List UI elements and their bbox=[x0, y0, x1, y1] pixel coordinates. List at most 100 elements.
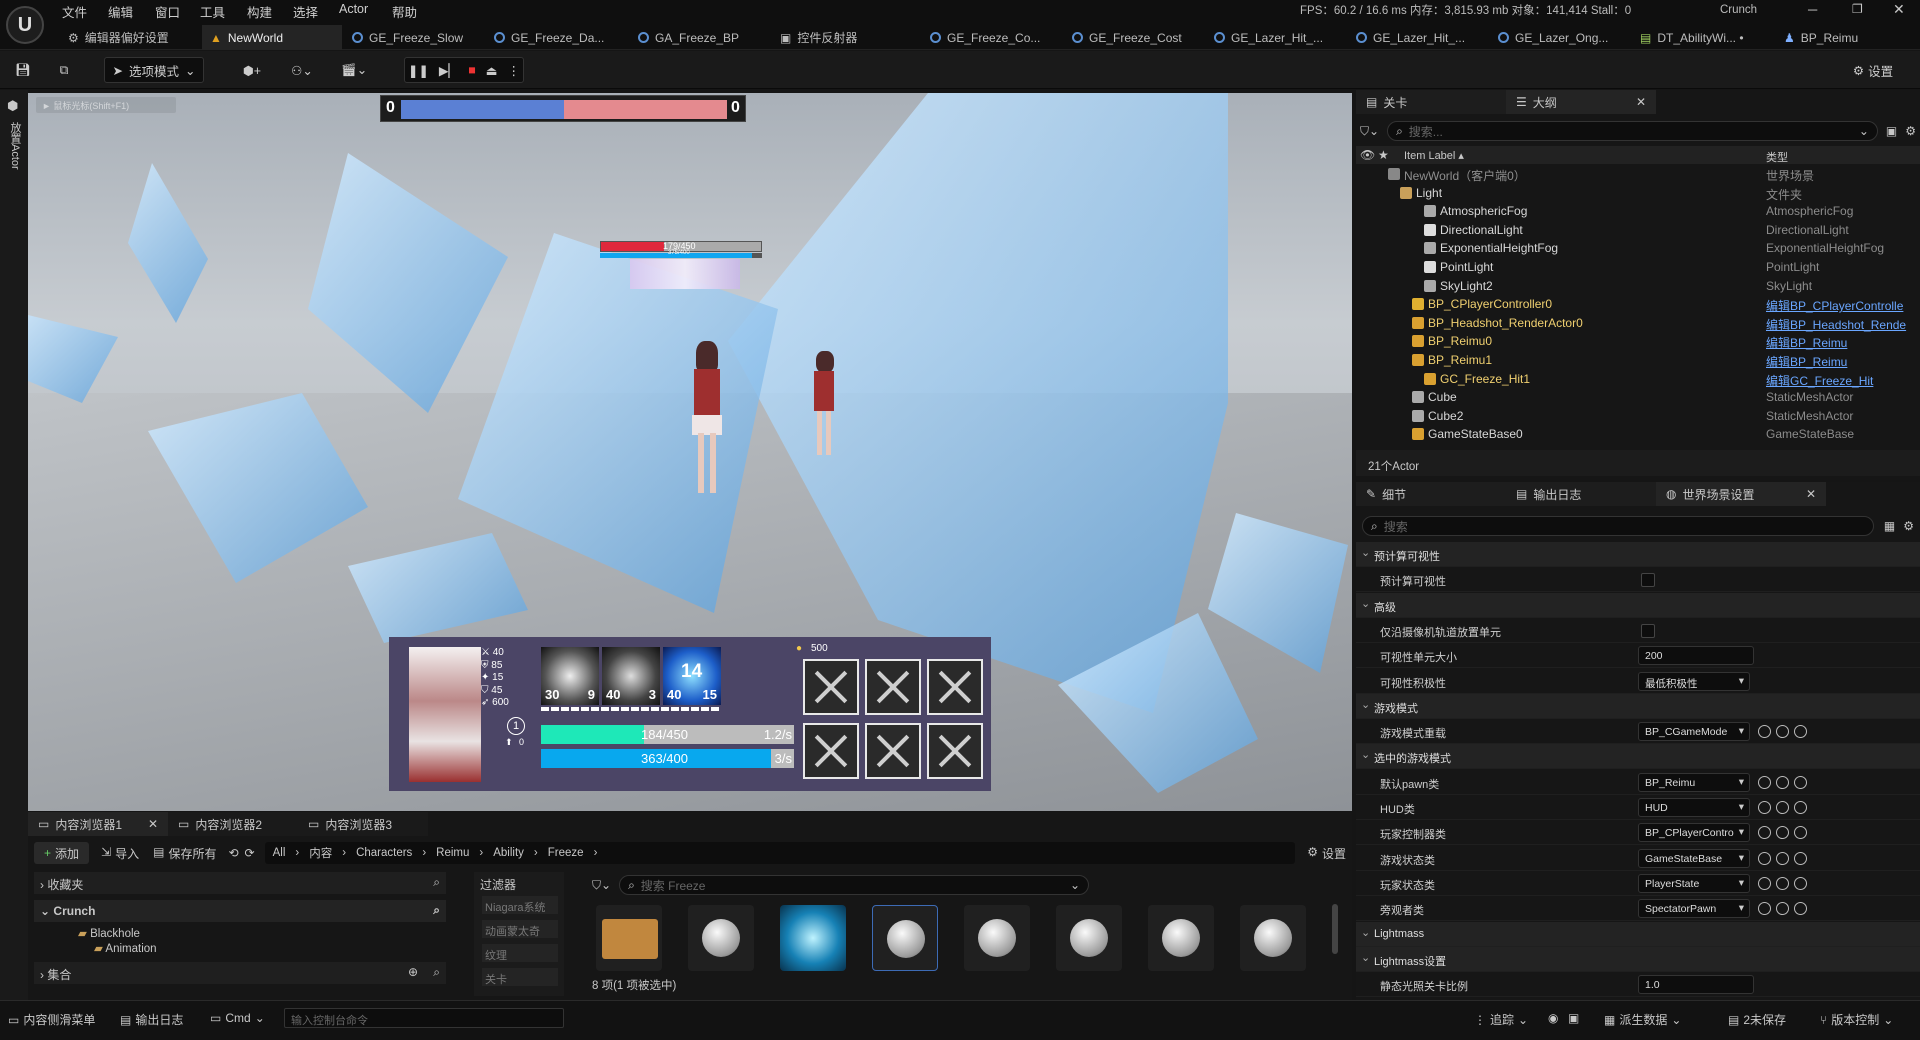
outliner-row-type[interactable]: 编辑BP_Headshot_Rende bbox=[1766, 316, 1906, 333]
tab-ge-lazer-ong[interactable]: GE_Lazer_Ong... bbox=[1490, 25, 1630, 50]
property-dropdown[interactable]: 最低积极性 bbox=[1638, 671, 1750, 691]
filter-icon[interactable]: ⛉⌄ bbox=[1360, 124, 1379, 139]
close-icon[interactable]: ✕ bbox=[1806, 487, 1816, 501]
property-input[interactable]: 1.0 bbox=[1638, 975, 1754, 995]
menu-file[interactable]: 文件 bbox=[62, 2, 87, 21]
outliner-row[interactable]: BP_Headshot_RenderActor0 编辑BP_Headshot_Re… bbox=[1356, 314, 1916, 333]
add-actor-button[interactable]: ⬢+ bbox=[232, 57, 272, 83]
edit-icon[interactable] bbox=[1776, 851, 1789, 865]
asset-ice-texture[interactable] bbox=[780, 905, 846, 971]
content-drawer-button[interactable]: ▭ 内容侧滑菜单 bbox=[8, 1011, 95, 1028]
browse-icon[interactable] bbox=[1758, 902, 1771, 916]
outliner-row[interactable]: GC_Freeze_Hit1 编辑GC_Freeze_Hit bbox=[1356, 370, 1916, 389]
add-icon[interactable] bbox=[1794, 725, 1807, 739]
add-icon[interactable] bbox=[1794, 801, 1807, 814]
outliner-row-type[interactable]: 编辑GC_Freeze_Hit bbox=[1766, 372, 1873, 389]
browse-icon[interactable] bbox=[1758, 801, 1771, 814]
property-dropdown[interactable]: SpectatorPawn bbox=[1638, 899, 1750, 919]
save-all-button[interactable]: ▤ 保存所有 bbox=[153, 845, 216, 862]
filter-icon[interactable]: ⛉⌄ bbox=[592, 878, 611, 893]
asset-tile[interactable] bbox=[688, 905, 754, 971]
property-dropdown[interactable]: GameStateBase bbox=[1638, 848, 1750, 868]
add-icon[interactable] bbox=[1794, 775, 1807, 789]
source-control-button[interactable]: ⑂ 版本控制 ⌄ bbox=[1820, 1011, 1893, 1028]
tab-ge-freeze-cost[interactable]: GE_Freeze_Cost bbox=[1064, 25, 1204, 50]
edit-icon[interactable] bbox=[1776, 876, 1789, 890]
tab-details[interactable]: ✎ 细节 bbox=[1356, 482, 1506, 506]
outliner-row[interactable]: AtmosphericFog AtmosphericFog bbox=[1356, 202, 1916, 221]
tab-bp-reimu[interactable]: ♟ BP_Reimu bbox=[1776, 25, 1916, 50]
property-checkbox[interactable] bbox=[1641, 573, 1655, 588]
property-dropdown[interactable]: BP_Reimu bbox=[1638, 772, 1750, 792]
outliner-row[interactable]: Cube2 StaticMeshActor bbox=[1356, 407, 1916, 426]
close-window-button[interactable]: ✕ bbox=[1893, 1, 1905, 18]
game-viewport[interactable]: ► 鼠标光标(Shift+F1) 0 0 179/450 375/400 ⚔ 4… bbox=[28, 93, 1352, 811]
col-type[interactable]: 类型 bbox=[1766, 149, 1788, 165]
details-category[interactable]: ⌄ 高级 bbox=[1356, 592, 1920, 618]
record-icon[interactable]: ◉ bbox=[1548, 1011, 1558, 1025]
outliner-row[interactable]: PointLight PointLight bbox=[1356, 258, 1916, 277]
browse-icon[interactable] bbox=[1758, 826, 1771, 840]
edit-icon[interactable] bbox=[1776, 775, 1789, 789]
menu-build[interactable]: 构建 bbox=[247, 2, 272, 21]
content-settings-button[interactable]: ⚙ 设置 bbox=[1307, 845, 1346, 862]
details-category[interactable]: ⌄ 选中的游戏模式 bbox=[1356, 744, 1920, 770]
tab-widget-reflector[interactable]: ▣ 控件反射器 bbox=[772, 25, 932, 50]
outliner-row-type[interactable]: 编辑BP_CPlayerControlle bbox=[1766, 297, 1903, 314]
minimize-button[interactable]: ─ bbox=[1808, 2, 1817, 17]
derived-data-button[interactable]: ▦ 派生数据 ⌄ bbox=[1604, 1011, 1681, 1028]
add-icon[interactable] bbox=[1794, 902, 1807, 916]
asset-tile[interactable] bbox=[964, 905, 1030, 971]
trace-button[interactable]: ⋮ 追踪 ⌄ bbox=[1474, 1011, 1528, 1028]
tab-dt-abilitywi[interactable]: ▤ DT_AbilityWi... • bbox=[1632, 25, 1782, 50]
eject-icon[interactable]: ⏏ bbox=[486, 63, 498, 78]
property-dropdown[interactable]: BP_CGameMode bbox=[1638, 722, 1750, 742]
tab-ge-freeze-da[interactable]: GE_Freeze_Da... bbox=[486, 25, 628, 50]
content-icon[interactable]: ⧉ bbox=[50, 57, 78, 83]
place-actor-icon[interactable]: ⬢ bbox=[7, 98, 18, 114]
inventory-slot-1[interactable] bbox=[803, 659, 859, 715]
unsaved-button[interactable]: ▤ 2未保存 bbox=[1728, 1011, 1786, 1028]
mode-dropdown[interactable]: ➤ 选项模式 ⌄ bbox=[104, 57, 204, 83]
asset-tile[interactable] bbox=[1148, 905, 1214, 971]
filter-level[interactable]: 关卡 bbox=[482, 968, 558, 986]
inventory-slot-4[interactable] bbox=[803, 723, 859, 779]
history-back-icon[interactable]: ⟲ bbox=[228, 846, 238, 860]
property-input[interactable]: 200 bbox=[1638, 646, 1754, 666]
edit-icon[interactable] bbox=[1776, 826, 1789, 840]
tab-ge-lazer-hit-2[interactable]: GE_Lazer_Hit_... bbox=[1348, 25, 1488, 50]
cmd-dropdown[interactable]: ▭ Cmd ⌄ bbox=[210, 1011, 265, 1025]
star-icon[interactable]: ★ bbox=[1378, 148, 1389, 162]
asset-search[interactable]: ⌕ 搜索 Freeze ⌄ bbox=[619, 875, 1090, 895]
tab-ge-freeze-co[interactable]: GE_Freeze_Co... bbox=[922, 25, 1062, 50]
breadcrumb-item[interactable]: 内容 bbox=[309, 845, 332, 861]
add-button[interactable]: + 添加 bbox=[34, 842, 90, 864]
outliner-search[interactable]: ⌕ 搜索... ⌄ bbox=[1387, 121, 1878, 141]
inventory-slot-2[interactable] bbox=[865, 659, 921, 715]
collections-section[interactable]: › 集合 ⊕ ⌕ bbox=[34, 962, 446, 984]
tab-output-log[interactable]: ▤ 输出日志 bbox=[1506, 482, 1656, 506]
history-forward-icon[interactable]: ⟳ bbox=[245, 846, 255, 860]
more-icon[interactable]: ⋮ bbox=[508, 63, 521, 78]
close-icon[interactable]: ✕ bbox=[1636, 95, 1646, 109]
tab-ga-freeze-bp[interactable]: GA_Freeze_BP bbox=[630, 25, 770, 50]
col-item-label[interactable]: Item Label ▴ bbox=[1404, 149, 1464, 162]
output-log-button[interactable]: ▤ 输出日志 bbox=[120, 1011, 183, 1028]
search-icon[interactable]: ⌕ bbox=[433, 965, 440, 980]
outliner-row-type[interactable]: 编辑BP_Reimu bbox=[1766, 334, 1847, 351]
outliner-row[interactable]: SkyLight2 SkyLight bbox=[1356, 277, 1916, 296]
blueprint-button[interactable]: ⚇⌄ bbox=[282, 57, 322, 83]
import-button[interactable]: ⇲ 导入 bbox=[101, 845, 139, 862]
outliner-row[interactable]: BP_CPlayerController0 编辑BP_CPlayerControl… bbox=[1356, 295, 1916, 314]
tab-outliner[interactable]: ☰ 大纲 ✕ bbox=[1506, 90, 1656, 114]
breadcrumb-item[interactable]: All bbox=[273, 847, 286, 859]
tree-item-blackhole[interactable]: ▰ Blackhole bbox=[78, 926, 140, 940]
outliner-row[interactable]: BP_Reimu1 编辑BP_Reimu bbox=[1356, 351, 1916, 370]
outliner-row[interactable]: BP_Reimu0 编辑BP_Reimu bbox=[1356, 332, 1916, 351]
gear-icon[interactable]: ⚙ bbox=[1903, 519, 1914, 533]
browse-icon[interactable] bbox=[1758, 876, 1771, 890]
edit-icon[interactable] bbox=[1776, 902, 1789, 916]
inventory-slot-5[interactable] bbox=[865, 723, 921, 779]
inventory-slot-3[interactable] bbox=[927, 659, 983, 715]
menu-window[interactable]: 窗口 bbox=[155, 2, 180, 21]
